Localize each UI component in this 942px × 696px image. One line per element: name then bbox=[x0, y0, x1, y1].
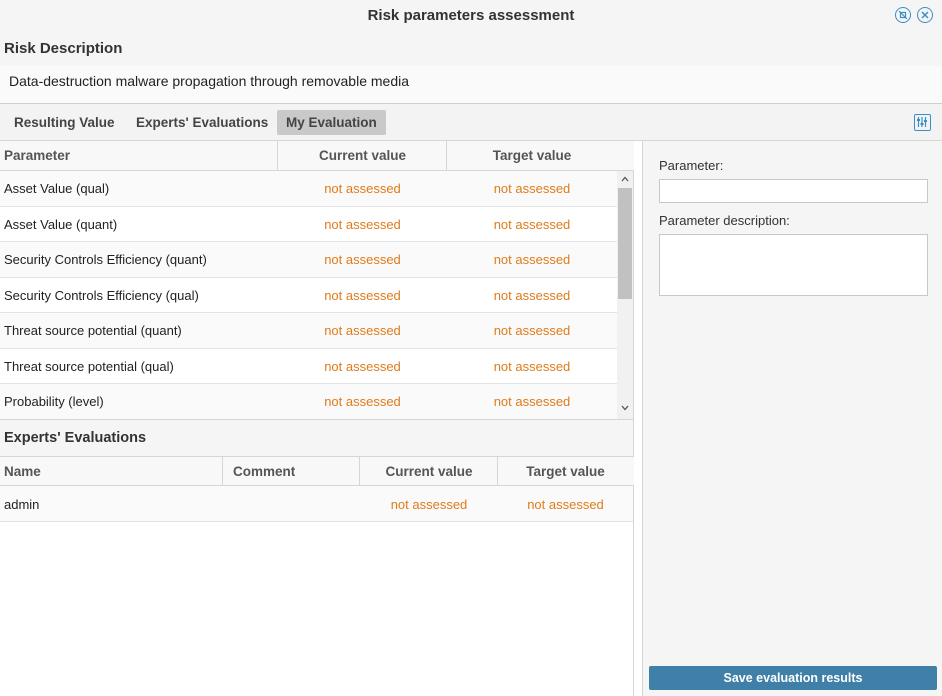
tab-bar: Resulting Value Experts' Evaluations My … bbox=[0, 104, 942, 141]
experts-table-header: Name Comment Current value Target value bbox=[0, 456, 634, 487]
parameter-field[interactable] bbox=[659, 179, 928, 203]
table-row[interactable]: Probability (level) not assessed not ass… bbox=[0, 384, 617, 419]
column-settings-icon[interactable] bbox=[914, 114, 931, 131]
parameter-name: Threat source potential (qual) bbox=[4, 358, 174, 374]
current-value: not assessed bbox=[324, 358, 401, 374]
table-row[interactable]: Threat source potential (quant) not asse… bbox=[0, 313, 617, 349]
table-row[interactable]: Security Controls Efficiency (quant) not… bbox=[0, 242, 617, 278]
target-value: not assessed bbox=[493, 287, 571, 303]
column-header-parameter[interactable]: Parameter bbox=[4, 141, 70, 171]
table-row[interactable]: Threat source potential (qual) not asses… bbox=[0, 349, 617, 384]
column-header-comment[interactable]: Comment bbox=[233, 457, 295, 487]
experts-evaluations-heading: Experts' Evaluations bbox=[4, 430, 147, 446]
target-value: not assessed bbox=[527, 497, 604, 512]
experts-evaluations-header: Experts' Evaluations bbox=[0, 419, 634, 456]
column-header-current-value[interactable]: Current value bbox=[278, 141, 447, 171]
parameter-name: Threat source potential (quant) bbox=[4, 323, 182, 338]
column-header-current-value[interactable]: Current value bbox=[360, 457, 498, 487]
parameter-name: Security Controls Efficiency (quant) bbox=[4, 252, 207, 267]
current-value: not assessed bbox=[324, 394, 401, 409]
parameters-table-header: Parameter Current value Target value bbox=[0, 141, 634, 171]
table-row[interactable]: admin not assessed not assessed bbox=[0, 486, 633, 522]
risk-description-header: Risk Description bbox=[0, 32, 942, 66]
column-header-target-value[interactable]: Target value bbox=[498, 457, 633, 487]
current-value: not assessed bbox=[324, 216, 401, 232]
parameter-name: Probability (level) bbox=[4, 394, 104, 409]
parameters-scrollbar[interactable] bbox=[617, 171, 633, 419]
parameter-name: Asset Value (qual) bbox=[4, 181, 110, 196]
parameter-name: Asset Value (quant) bbox=[4, 216, 118, 232]
target-value: not assessed bbox=[493, 323, 571, 338]
risk-description-heading: Risk Description bbox=[4, 40, 123, 57]
parameter-description-field[interactable] bbox=[659, 234, 928, 296]
save-evaluation-button[interactable]: Save evaluation results bbox=[649, 666, 937, 690]
target-value: not assessed bbox=[493, 394, 571, 409]
restore-icon[interactable] bbox=[895, 7, 911, 23]
table-row[interactable]: Security Controls Efficiency (qual) not … bbox=[0, 278, 617, 313]
parameter-name: Security Controls Efficiency (qual) bbox=[4, 287, 199, 303]
target-value: not assessed bbox=[493, 358, 571, 374]
risk-description-text: Data-destruction malware propagation thr… bbox=[9, 73, 409, 89]
experts-table: Name Comment Current value Target value … bbox=[0, 456, 634, 696]
current-value: not assessed bbox=[324, 181, 401, 196]
target-value: not assessed bbox=[493, 252, 571, 267]
window-titlebar: Risk parameters assessment bbox=[0, 0, 942, 32]
column-divider bbox=[222, 457, 223, 487]
tab-my-evaluation[interactable]: My Evaluation bbox=[277, 110, 386, 135]
column-header-name[interactable]: Name bbox=[4, 457, 41, 487]
tab-resulting-value[interactable]: Resulting Value bbox=[5, 110, 124, 135]
table-row[interactable]: Asset Value (quant) not assessed not ass… bbox=[0, 207, 617, 242]
target-value: not assessed bbox=[493, 216, 571, 232]
tab-experts-evaluations[interactable]: Experts' Evaluations bbox=[127, 110, 277, 135]
current-value: not assessed bbox=[324, 287, 401, 303]
current-value: not assessed bbox=[390, 497, 468, 512]
current-value: not assessed bbox=[324, 252, 401, 267]
parameter-label: Parameter: bbox=[659, 158, 724, 173]
expert-name: admin bbox=[4, 497, 40, 512]
parameters-table: Parameter Current value Target value Ass… bbox=[0, 141, 634, 419]
table-row[interactable]: Asset Value (qual) not assessed not asse… bbox=[0, 171, 617, 207]
current-value: not assessed bbox=[324, 323, 401, 338]
scroll-up-icon[interactable] bbox=[621, 176, 629, 182]
window-title: Risk parameters assessment bbox=[367, 7, 575, 24]
column-header-target-value[interactable]: Target value bbox=[447, 141, 617, 171]
risk-description-box: Data-destruction malware propagation thr… bbox=[0, 66, 942, 104]
parameters-table-body: Asset Value (qual) not assessed not asse… bbox=[0, 171, 617, 419]
close-icon[interactable] bbox=[917, 7, 933, 23]
scrollbar-thumb[interactable] bbox=[618, 188, 632, 299]
parameter-description-label: Parameter description: bbox=[659, 213, 790, 228]
scroll-down-icon[interactable] bbox=[621, 405, 629, 411]
parameter-details-panel: Parameter: Parameter description: Save e… bbox=[642, 141, 942, 696]
target-value: not assessed bbox=[493, 181, 571, 196]
